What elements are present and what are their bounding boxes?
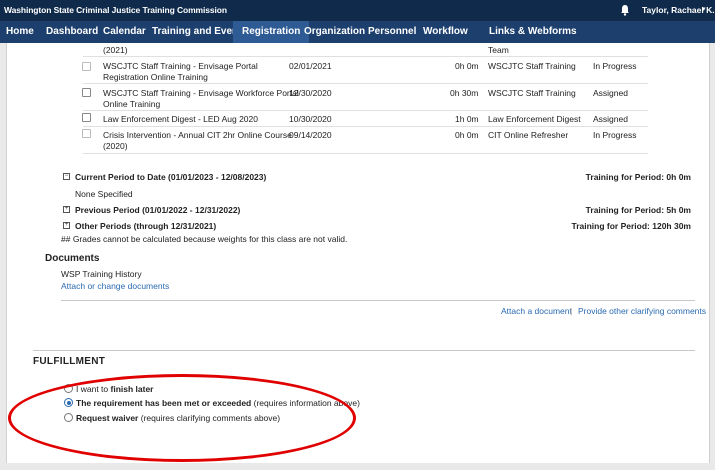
current-period-label[interactable]: Current Period to Date (01/01/2023 - 12/…: [75, 172, 266, 182]
grades-note: ## Grades cannot be calculated because w…: [61, 234, 348, 244]
row-hours: 0h 0m: [455, 61, 479, 71]
other-periods-label[interactable]: Other Periods (through 12/31/2021): [75, 221, 216, 231]
org-name: Washington State Criminal Justice Traini…: [4, 5, 227, 15]
highlight-ellipse: [8, 374, 356, 462]
expand-icon[interactable]: +: [63, 222, 70, 229]
row-category: Team: [488, 45, 509, 55]
row-checkbox: [82, 62, 91, 71]
row-status: In Progress: [593, 61, 637, 71]
nav-calendar[interactable]: Calendar: [103, 21, 146, 43]
nav-organization[interactable]: Organization: [304, 21, 365, 43]
top-bar: Washington State Criminal Justice Traini…: [0, 0, 715, 21]
row-title-cont: (2020): [103, 141, 128, 151]
link-separator: |: [570, 306, 573, 316]
row-divider: [83, 126, 648, 127]
clarifying-comments-link[interactable]: Provide other clarifying comments: [578, 306, 706, 316]
other-periods-training: Training for Period: 120h 30m: [571, 221, 691, 231]
row-title: Law Enforcement Digest - LED Aug 2020: [103, 114, 258, 124]
row-status: In Progress: [593, 130, 637, 140]
none-specified: None Specified: [75, 189, 133, 199]
row-date: 02/01/2021: [289, 61, 332, 71]
main-nav: Home Dashboard Calendar Training and Eve…: [0, 21, 715, 43]
nav-dashboard[interactable]: Dashboard: [46, 21, 98, 43]
document-item[interactable]: WSP Training History: [61, 269, 142, 279]
nav-workflow[interactable]: Workflow: [423, 21, 468, 43]
row-title: (2021): [103, 45, 128, 55]
attach-change-documents-link[interactable]: Attach or change documents: [61, 281, 169, 291]
divider: [33, 350, 695, 351]
row-divider: [83, 153, 648, 154]
row-checkbox[interactable]: [82, 113, 91, 122]
documents-heading: Documents: [45, 253, 100, 264]
divider: [61, 300, 695, 301]
row-divider: [83, 56, 648, 57]
nav-home[interactable]: Home: [6, 21, 34, 43]
row-checkbox[interactable]: [82, 88, 91, 97]
row-date: 12/30/2020: [289, 88, 332, 98]
bell-icon[interactable]: [620, 4, 630, 16]
chevron-down-icon[interactable]: ▾: [702, 5, 706, 13]
previous-period-label[interactable]: Previous Period (01/01/2022 - 12/31/2022…: [75, 205, 240, 215]
current-period-training: Training for Period: 0h 0m: [585, 172, 691, 182]
row-title: Crisis Intervention - Annual CIT 2hr Onl…: [103, 130, 292, 140]
nav-registration[interactable]: Registration: [233, 21, 310, 43]
expand-icon[interactable]: +: [63, 206, 70, 213]
row-category: WSCJTC Staff Training: [488, 61, 576, 71]
previous-period-training: Training for Period: 5h 0m: [585, 205, 691, 215]
row-title: WSCJTC Staff Training - Envisage Portal: [103, 61, 258, 71]
row-date: 10/30/2020: [289, 114, 332, 124]
row-date: 09/14/2020: [289, 130, 332, 140]
row-title-cont: Online Training: [103, 99, 161, 109]
collapse-icon[interactable]: −: [63, 173, 70, 180]
row-status: Assigned: [593, 88, 628, 98]
row-title: WSCJTC Staff Training - Envisage Workfor…: [103, 88, 299, 98]
row-hours: 0h 30m: [450, 88, 479, 98]
attach-document-link[interactable]: Attach a document: [501, 306, 572, 316]
row-category: Law Enforcement Digest: [488, 114, 581, 124]
row-category: WSCJTC Staff Training: [488, 88, 576, 98]
fulfillment-heading: FULFILLMENT: [33, 356, 106, 367]
row-hours: 1h 0m: [455, 114, 479, 124]
row-hours: 0h 0m: [455, 130, 479, 140]
row-divider: [83, 83, 648, 84]
row-divider: [83, 110, 648, 111]
row-category: CIT Online Refresher: [488, 130, 569, 140]
row-title-cont: Registration Online Training: [103, 72, 208, 82]
row-status: Assigned: [593, 114, 628, 124]
row-checkbox: [82, 129, 91, 138]
nav-personnel[interactable]: Personnel: [368, 21, 416, 43]
nav-links-webforms[interactable]: Links & Webforms: [489, 21, 577, 43]
